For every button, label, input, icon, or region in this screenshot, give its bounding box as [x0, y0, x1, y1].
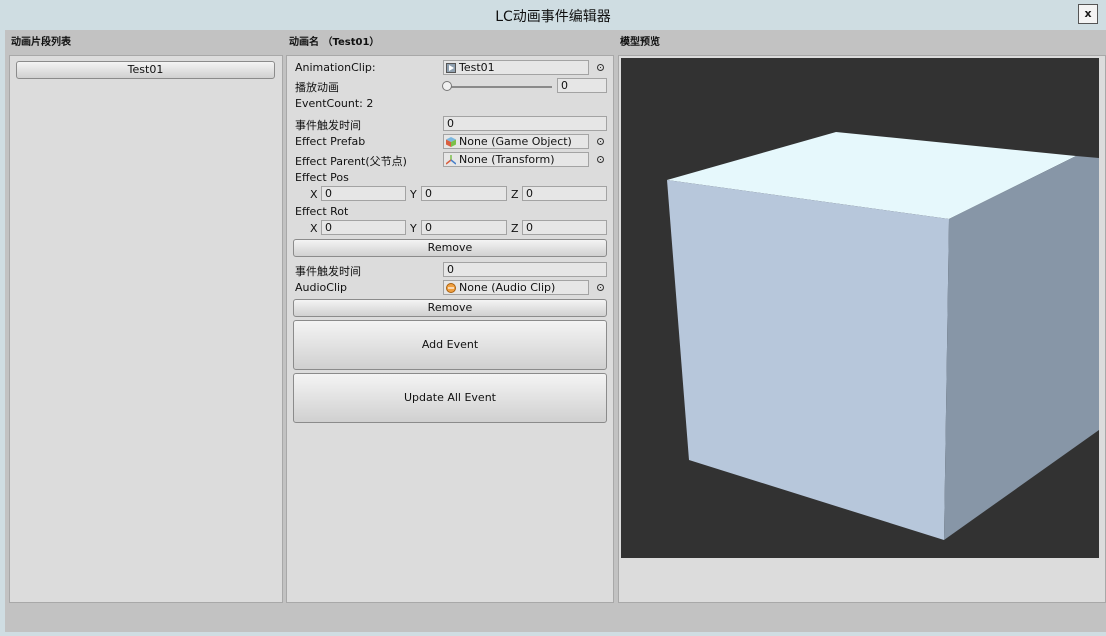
- animation-clip-picker-icon[interactable]: [597, 64, 604, 71]
- event1-pos-label: Effect Pos: [295, 171, 349, 184]
- event1-prefab-label: Effect Prefab: [295, 135, 366, 148]
- event1-parent-picker-icon[interactable]: [597, 156, 604, 163]
- event2-time-label: 事件触发时间: [295, 265, 361, 278]
- event2-audio-picker-icon[interactable]: [597, 284, 604, 291]
- event1-pos-x-label: X: [310, 188, 318, 201]
- animation-clip-field[interactable]: Test01: [443, 60, 589, 75]
- model-preview-viewport[interactable]: [621, 58, 1099, 558]
- event1-rot-z-field[interactable]: 0: [522, 220, 607, 235]
- cube-side-face: [944, 156, 1099, 540]
- play-slider-track[interactable]: [446, 86, 552, 88]
- event1-rot-y-field[interactable]: 0: [421, 220, 507, 235]
- event1-rot-x-label: X: [310, 222, 318, 235]
- event1-pos-y-field[interactable]: 0: [421, 186, 507, 201]
- animation-clip-value: Test01: [459, 61, 495, 74]
- event2-audio-label: AudioClip: [295, 281, 348, 294]
- clip-list-header: 动画片段列表: [11, 37, 71, 48]
- title-bar: LC动画事件编辑器 x: [0, 0, 1106, 30]
- event1-time-field[interactable]: 0: [443, 116, 607, 131]
- event1-rot-z-label: Z: [511, 222, 519, 235]
- event1-prefab-field[interactable]: None (Game Object): [443, 134, 589, 149]
- editor-header: 动画名 （Test01）: [289, 37, 380, 48]
- event2-remove-button[interactable]: Remove: [293, 299, 607, 317]
- clip-item-test01[interactable]: Test01: [16, 61, 275, 79]
- event1-prefab-picker-icon[interactable]: [597, 138, 604, 145]
- event-count-label: EventCount: 2: [295, 97, 374, 110]
- event1-parent-value: None (Transform): [459, 153, 555, 166]
- event1-parent-label: Effect Parent(父节点): [295, 155, 407, 168]
- preview-header: 模型预览: [620, 37, 660, 48]
- event2-audio-value: None (Audio Clip): [459, 281, 556, 294]
- transform-icon: [445, 154, 457, 165]
- cube-front-face: [667, 180, 949, 540]
- event1-pos-z-field[interactable]: 0: [522, 186, 607, 201]
- event1-parent-field[interactable]: None (Transform): [443, 152, 589, 167]
- clip-list-panel: Test01: [9, 55, 283, 603]
- animation-clip-icon: [446, 62, 456, 73]
- audio-clip-icon: [446, 282, 456, 293]
- event1-pos-x-field[interactable]: 0: [321, 186, 406, 201]
- event1-pos-y-label: Y: [410, 188, 417, 201]
- add-event-button[interactable]: Add Event: [293, 320, 607, 370]
- update-all-event-button[interactable]: Update All Event: [293, 373, 607, 423]
- status-bar: [5, 603, 1106, 632]
- event1-rot-y-label: Y: [410, 222, 417, 235]
- event1-rot-x-field[interactable]: 0: [321, 220, 406, 235]
- game-object-icon: [446, 136, 456, 147]
- animation-clip-label: AnimationClip:: [295, 61, 376, 74]
- play-value-field[interactable]: 0: [557, 78, 607, 93]
- event1-pos-z-label: Z: [511, 188, 519, 201]
- window-title: LC动画事件编辑器: [495, 9, 611, 25]
- event2-time-field[interactable]: 0: [443, 262, 607, 277]
- close-button[interactable]: x: [1078, 4, 1098, 24]
- event1-time-label: 事件触发时间: [295, 119, 361, 132]
- cube-render: [667, 132, 1099, 540]
- event1-rot-label: Effect Rot: [295, 205, 349, 218]
- event1-prefab-value: None (Game Object): [459, 135, 572, 148]
- play-label: 播放动画: [295, 81, 339, 94]
- event2-audio-field[interactable]: None (Audio Clip): [443, 280, 589, 295]
- play-slider-thumb[interactable]: [442, 81, 452, 91]
- event1-remove-button[interactable]: Remove: [293, 239, 607, 257]
